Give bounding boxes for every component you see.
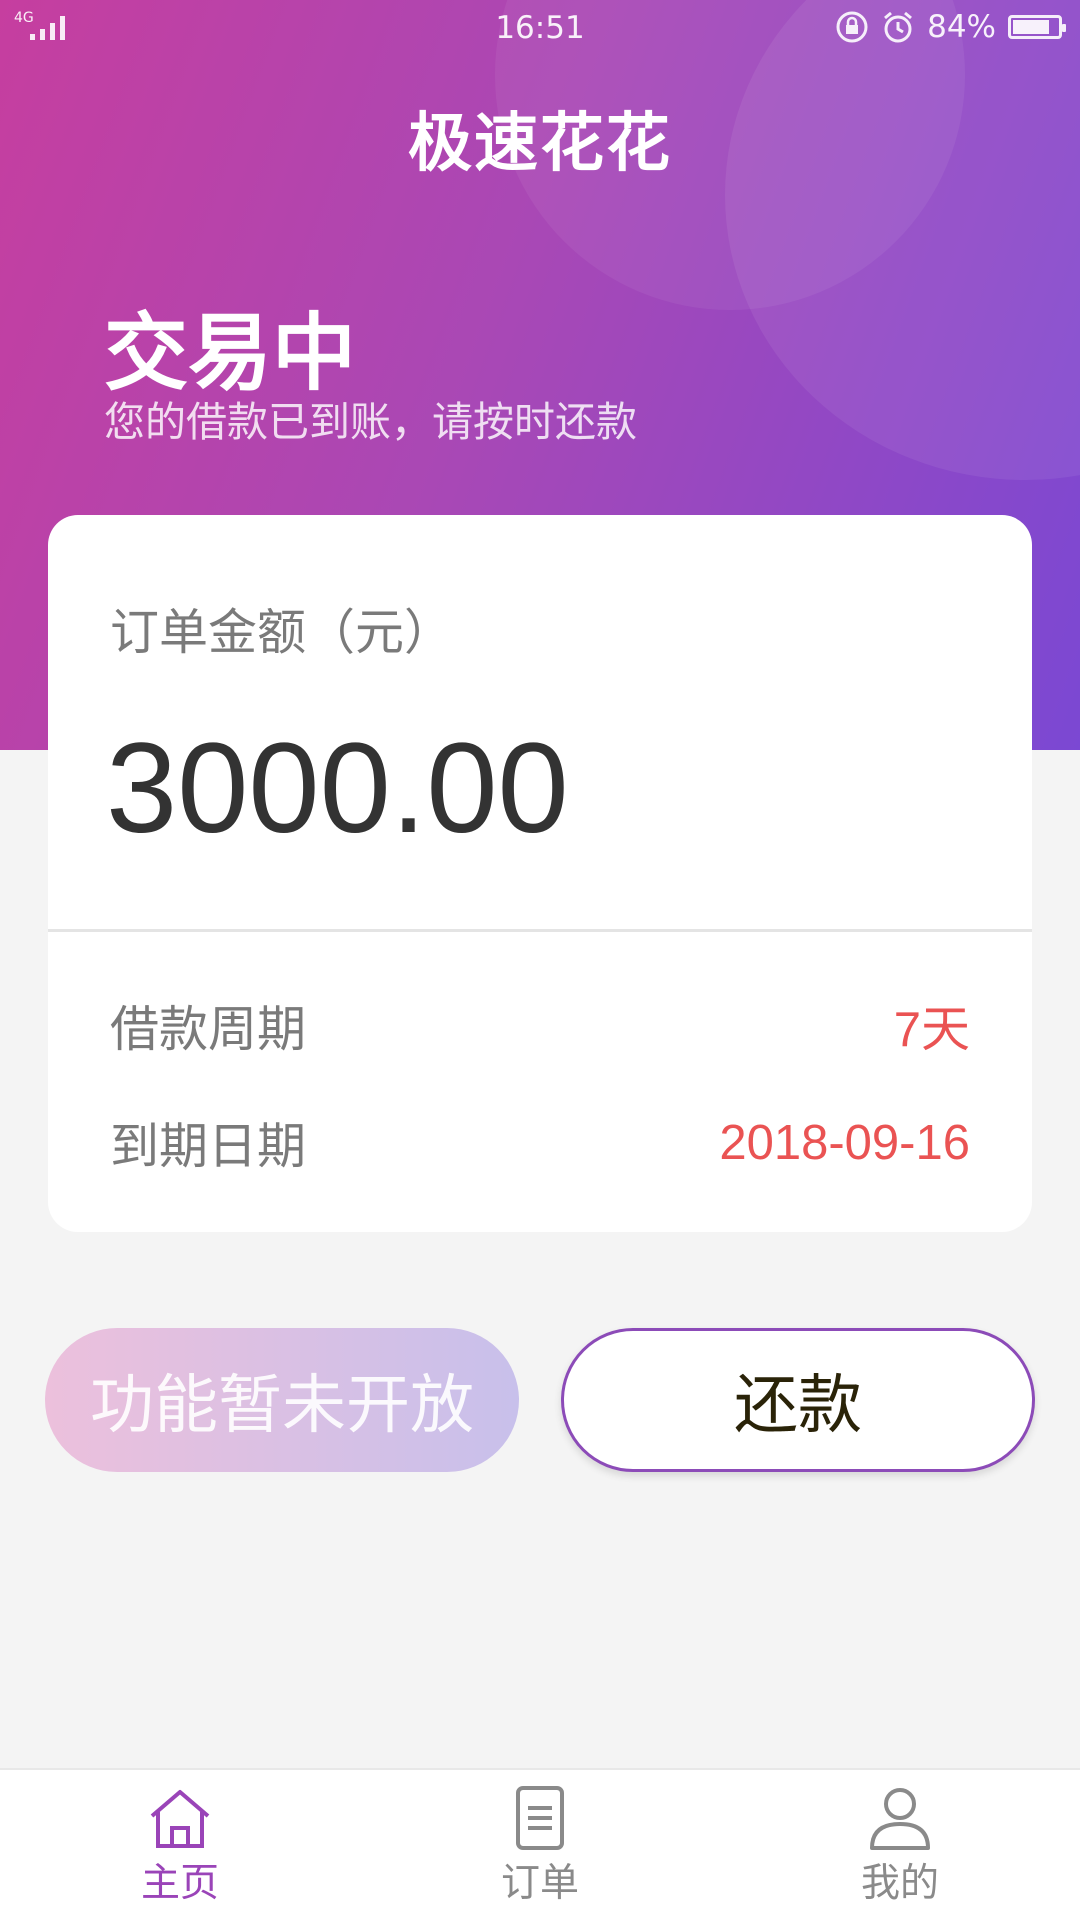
- divider: [48, 929, 1032, 932]
- loan-period-row: 借款周期 7天: [110, 990, 970, 1061]
- due-date-value: 2018-09-16: [719, 1115, 970, 1170]
- document-icon: [516, 1786, 564, 1850]
- bottom-tab-bar: 主页 订单 我的: [0, 1768, 1080, 1922]
- repay-button[interactable]: 还款: [561, 1328, 1035, 1472]
- status-right: 84%: [835, 9, 1066, 45]
- tab-mine[interactable]: 我的: [800, 1786, 1000, 1908]
- disabled-feature-button[interactable]: 功能暂未开放: [45, 1328, 519, 1472]
- amount-value: 3000.00: [106, 717, 569, 860]
- tab-orders-label: 订单: [500, 1861, 579, 1906]
- loan-period-value: 7天: [893, 1003, 970, 1057]
- decor-circle: [725, 0, 1080, 480]
- status-bar: 4G 16:51 84%: [0, 0, 1080, 55]
- due-date-row: 到期日期 2018-09-16: [110, 1107, 970, 1178]
- alarm-icon: [884, 11, 913, 43]
- amount-label: 订单金额（元）: [110, 604, 454, 661]
- due-date-label: 到期日期: [110, 1118, 307, 1175]
- loan-period-label: 借款周期: [110, 1001, 307, 1058]
- tab-orders[interactable]: 订单: [440, 1786, 640, 1908]
- person-icon: [870, 1788, 930, 1850]
- rotation-lock-icon: [836, 11, 868, 43]
- tab-mine-label: 我的: [860, 1861, 939, 1906]
- battery-icon: [1008, 15, 1066, 39]
- battery-percent: 84%: [927, 9, 996, 45]
- tab-home-label: 主页: [140, 1861, 219, 1906]
- tab-home[interactable]: 主页: [80, 1786, 280, 1908]
- app-title: 极速花花: [408, 107, 672, 181]
- state-subtitle: 您的借款已到账，请按时还款: [104, 398, 637, 446]
- order-card: 订单金额（元） 3000.00 借款周期 7天 到期日期 2018-09-16: [48, 515, 1032, 1232]
- home-icon: [150, 1790, 210, 1848]
